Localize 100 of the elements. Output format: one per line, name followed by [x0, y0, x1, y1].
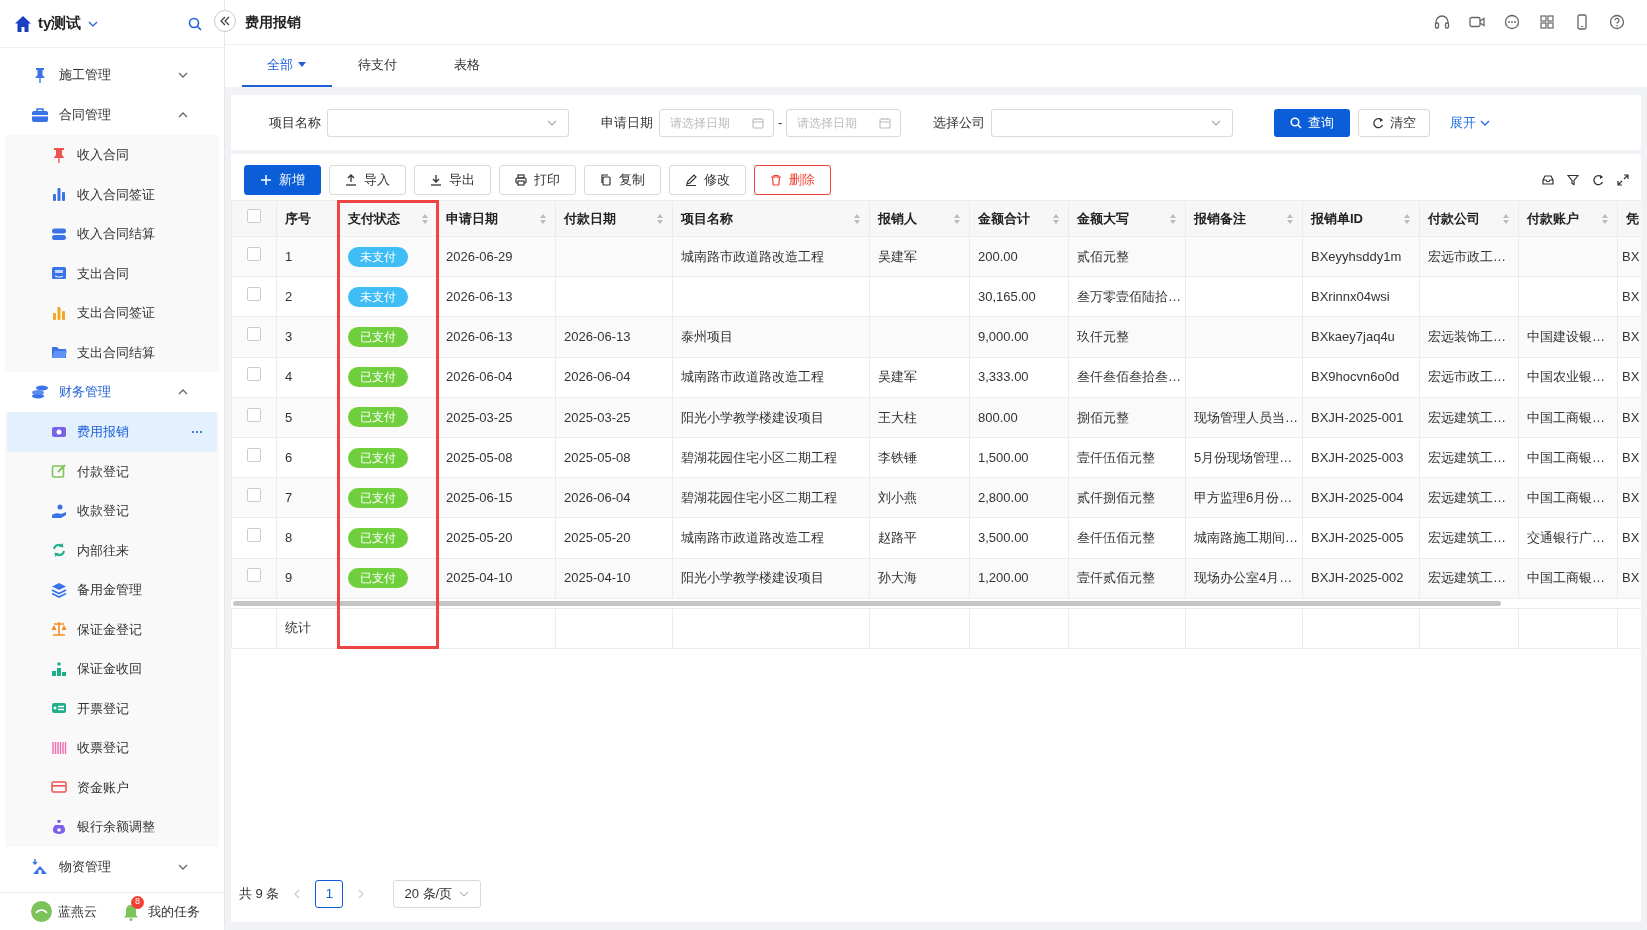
inbox-icon[interactable]	[1542, 174, 1554, 186]
sidebar-item[interactable]: 收入合同结算	[7, 214, 217, 254]
sort-icon[interactable]	[1286, 212, 1294, 225]
checkbox[interactable]	[247, 367, 261, 382]
table-cell: 2026-06-13	[446, 289, 513, 305]
sidebar-item[interactable]: 银行余额调整	[7, 807, 217, 847]
add-button[interactable]: 新增	[244, 165, 321, 195]
checkbox[interactable]	[247, 287, 261, 302]
hand-coin-icon	[51, 502, 67, 519]
grid-icon[interactable]	[1539, 14, 1555, 30]
table-cell: 城南路市政道路改造工程	[681, 530, 824, 546]
select-field[interactable]	[327, 108, 569, 137]
table-cell: BX	[1622, 489, 1640, 505]
table-cell: 叁仟伍佰元整	[1077, 530, 1155, 546]
filter-icon[interactable]	[1567, 174, 1579, 186]
refresh-icon[interactable]	[1592, 174, 1604, 186]
workspace-name[interactable]: ty测试	[38, 12, 82, 35]
search-icon	[1290, 116, 1302, 129]
sidebar-item[interactable]: 备用金管理	[7, 570, 217, 610]
status-tag: 已支付	[348, 407, 408, 428]
sort-icon[interactable]	[656, 212, 664, 225]
sidebar-item[interactable]: 支出合同	[7, 253, 217, 293]
chat-icon[interactable]	[1504, 14, 1520, 30]
date-field[interactable]: 请选择日期	[659, 108, 774, 137]
print-button[interactable]: 打印	[499, 165, 576, 195]
status-tag: 未支付	[348, 286, 408, 307]
search-icon[interactable]	[188, 16, 202, 31]
headset-icon[interactable]	[1434, 14, 1450, 30]
tasks-link[interactable]: 我的任务	[148, 901, 200, 922]
help-icon[interactable]	[1609, 14, 1625, 30]
range-separator: -	[778, 113, 783, 132]
sort-icon[interactable]	[1169, 212, 1177, 225]
layers-icon	[51, 581, 67, 598]
date-field[interactable]: 请选择日期	[786, 108, 902, 137]
video-icon[interactable]	[1469, 14, 1485, 30]
sidebar-item[interactable]: 收款登记	[7, 491, 217, 531]
import-button[interactable]: 导入	[329, 165, 406, 195]
sort-icon[interactable]	[421, 212, 429, 225]
scrollbar[interactable]	[233, 600, 1501, 606]
page-size-select[interactable]: 20 条/页	[393, 880, 482, 908]
table-cell: 6	[285, 449, 293, 465]
phone-icon[interactable]	[1574, 14, 1590, 30]
sidebar-item[interactable]: 收票登记	[7, 728, 217, 768]
sidebar-item[interactable]: 保证金收回	[7, 649, 217, 689]
checkbox[interactable]	[247, 246, 261, 261]
table-cell: 宏远建筑工…	[1428, 409, 1506, 425]
checkbox[interactable]	[247, 447, 261, 462]
tab[interactable]: 待支付	[332, 45, 422, 87]
sidebar-item[interactable]: 付款登记	[7, 451, 217, 491]
checkbox[interactable]	[247, 407, 261, 422]
table-cell: BXJH-2025-004	[1311, 489, 1404, 505]
table-cell: BX	[1622, 570, 1640, 586]
delete-button[interactable]: 删除	[754, 165, 831, 195]
reset-icon	[1372, 116, 1384, 129]
copy-button[interactable]: 复制	[584, 165, 661, 195]
sidebar-item[interactable]: 支出合同结算	[7, 332, 217, 372]
sidebar-section[interactable]: 合同管理	[5, 95, 219, 135]
sidebar-item[interactable]: 收入合同	[7, 135, 217, 175]
sidebar-item[interactable]: 内部往来	[7, 530, 217, 570]
fullscreen-icon[interactable]	[1617, 174, 1629, 186]
status-tag: 已支付	[348, 447, 408, 468]
table-cell: 李铁锤	[878, 449, 917, 465]
query-button[interactable]: 查询	[1274, 108, 1350, 137]
column-header[interactable]: 项目名称	[681, 208, 733, 229]
table-cell: 2025-05-20	[446, 530, 513, 546]
sort-icon[interactable]	[1403, 212, 1411, 225]
sidebar-item[interactable]: 保证金登记	[7, 609, 217, 649]
sidebar-section[interactable]: 财务管理	[5, 372, 219, 412]
sidebar-item[interactable]: 资金账户	[7, 767, 217, 807]
tab[interactable]: 表格	[422, 45, 512, 87]
table-cell: 城南路施工期间…	[1194, 530, 1298, 546]
sidebar-item[interactable]: 开票登记	[7, 688, 217, 728]
table-cell: 4	[285, 369, 293, 385]
sort-icon[interactable]	[1052, 212, 1060, 225]
expand-link[interactable]: 展开	[1450, 112, 1491, 133]
select-field[interactable]	[991, 108, 1234, 137]
table-cell: 2025-04-10	[446, 570, 513, 586]
sort-icon[interactable]	[1601, 212, 1609, 225]
tab[interactable]: 全部	[242, 45, 332, 87]
sidebar-item[interactable]: 费用报销	[7, 412, 217, 452]
checkbox[interactable]	[247, 208, 261, 223]
page-button[interactable]: 1	[315, 880, 344, 908]
sort-icon[interactable]	[953, 212, 961, 225]
edit-button[interactable]: 修改	[669, 165, 746, 195]
checkbox[interactable]	[247, 528, 261, 543]
checkbox[interactable]	[247, 327, 261, 342]
table-cell: 5月份现场管理…	[1194, 449, 1293, 465]
clear-button[interactable]: 清空	[1358, 108, 1430, 137]
checkbox[interactable]	[247, 568, 261, 583]
sidebar-item[interactable]: 支出合同签证	[7, 293, 217, 333]
checkbox[interactable]	[247, 487, 261, 502]
sort-icon[interactable]	[1502, 212, 1510, 225]
export-button[interactable]: 导出	[414, 165, 491, 195]
sort-icon[interactable]	[539, 212, 547, 225]
table-cell: 5	[285, 409, 293, 425]
sidebar-section[interactable]: 施工管理	[5, 55, 219, 95]
table-cell: 碧湖花园住宅小区二期工程	[681, 489, 837, 505]
sort-icon[interactable]	[853, 212, 861, 225]
sidebar-item[interactable]: 收入合同签证	[7, 174, 217, 214]
sidebar-section[interactable]: 物资管理	[5, 846, 219, 887]
